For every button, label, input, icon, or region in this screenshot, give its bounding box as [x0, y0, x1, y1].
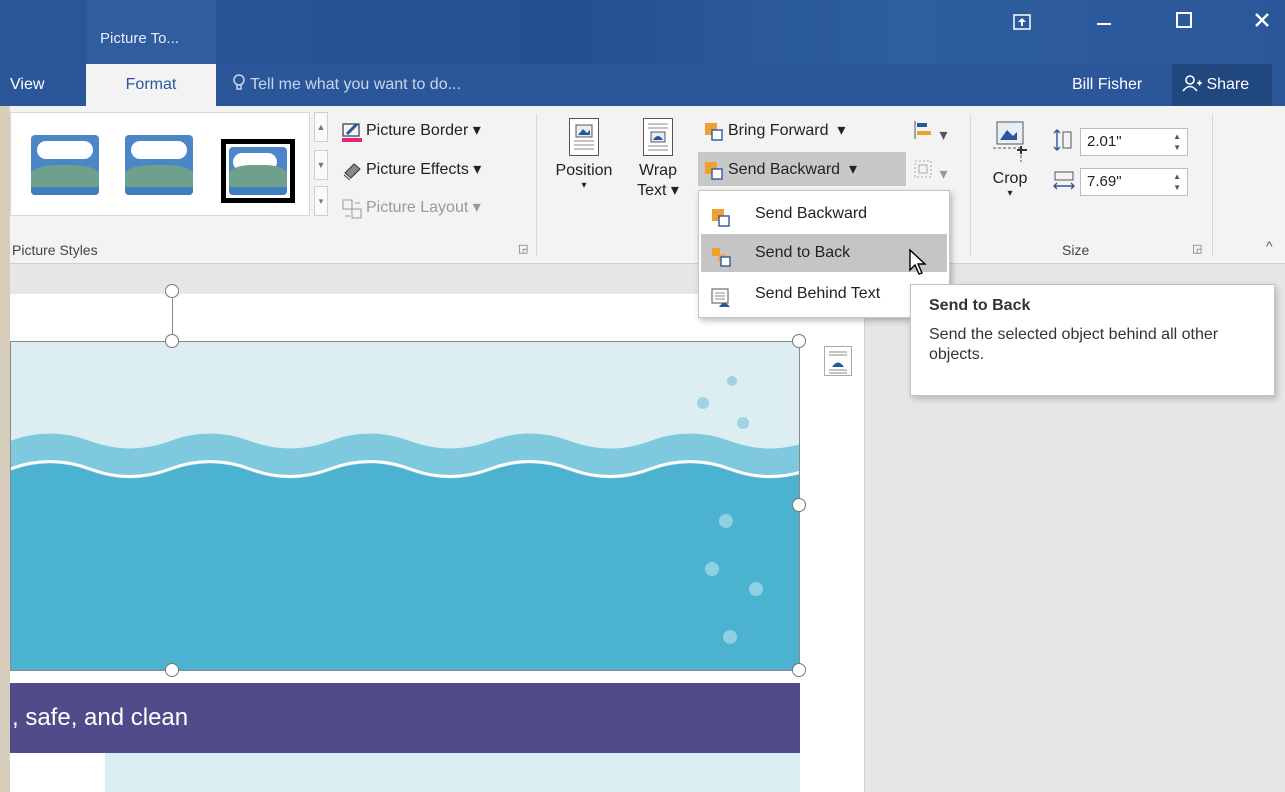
crop-label: Crop [992, 170, 1028, 187]
position-icon [569, 118, 599, 156]
menu-item-send-backward[interactable]: Send Backward [701, 195, 947, 233]
group-divider [536, 114, 537, 256]
bring-forward-label: Bring Forward [728, 122, 829, 139]
share-button[interactable]: Share [1172, 64, 1272, 106]
picture-layout-label: Picture Layout [366, 199, 469, 216]
align-button[interactable]: ▾ [913, 120, 947, 145]
light-blue-shape [105, 753, 800, 792]
resize-handle-top[interactable] [165, 334, 179, 348]
crop-icon [989, 118, 1031, 164]
menu-item-label: Send to Back [755, 244, 851, 261]
dialog-launcher-icon[interactable]: ◲ [518, 242, 528, 255]
width-input[interactable]: 7.69" ▲ ▼ [1080, 168, 1188, 196]
resize-handle-bottom[interactable] [165, 663, 179, 677]
bring-forward-button[interactable]: Bring Forward ▾ [704, 120, 845, 141]
style-thumbnail[interactable] [125, 135, 193, 195]
layout-options-icon [829, 351, 847, 374]
picture-border-icon [342, 122, 362, 142]
ribbon: ▲ ▼ ▾ Picture Border ▾ Picture Effects ▾… [10, 106, 1285, 264]
position-button[interactable]: Position ▾ [546, 118, 622, 191]
tooltip-body: Send the selected object behind all othe… [929, 326, 1219, 363]
bring-forward-icon [704, 122, 723, 141]
context-group-label: Picture To... [100, 30, 179, 47]
picture-styles-gallery[interactable] [10, 112, 310, 216]
wrap-text-icon [643, 118, 673, 156]
gallery-scroll-up[interactable]: ▲ [314, 112, 328, 142]
picture-border-label: Picture Border [366, 122, 469, 139]
tell-me-text: Tell me what you want to do... [250, 76, 461, 93]
height-icon [1052, 128, 1074, 157]
gallery-more[interactable]: ▾ [314, 186, 328, 216]
height-spinner[interactable]: ▲ ▼ [1173, 131, 1181, 153]
size-group-label: Size [1062, 242, 1090, 258]
resize-handle-right[interactable] [792, 498, 806, 512]
group-divider [1212, 114, 1213, 256]
group-objects-button[interactable]: ▾ [913, 159, 947, 184]
send-backward-icon [704, 161, 723, 180]
maximize-icon[interactable] [1164, 12, 1204, 33]
picture-effects-icon [342, 161, 361, 181]
width-icon [1052, 170, 1076, 197]
width-value: 7.69" [1087, 173, 1122, 190]
send-backward-icon [711, 205, 730, 227]
layout-options-button[interactable] [824, 346, 852, 376]
send-to-back-icon [711, 244, 731, 267]
send-backward-button[interactable]: Send Backward ▾ [704, 159, 857, 180]
picture-layout-icon [342, 199, 362, 219]
crop-button[interactable]: Crop ▾ [980, 118, 1040, 199]
wrap-text-button[interactable]: Wrap Text ▾ [630, 118, 686, 200]
selection-border [10, 341, 800, 671]
picture-border-button[interactable]: Picture Border ▾ [342, 120, 481, 142]
style-thumbnail[interactable] [31, 135, 99, 195]
lightbulb-icon [232, 74, 250, 93]
wrap-text-label-line1: Wrap [639, 162, 677, 179]
ribbon-tab-row: View Format Tell me what you want to do.… [0, 64, 1285, 106]
group-objects-icon [914, 160, 932, 178]
ribbon-display-options-icon[interactable] [1002, 14, 1042, 35]
resize-handle-top-right[interactable] [792, 334, 806, 348]
style-thumbnail-selected[interactable] [221, 139, 295, 203]
tooltip-title: Send to Back [929, 297, 1031, 314]
picture-styles-group-label: Picture Styles [12, 242, 98, 258]
person-icon [1182, 75, 1206, 93]
dialog-launcher-icon[interactable]: ◲ [1192, 242, 1202, 255]
collapse-ribbon-icon[interactable]: ^ [1266, 238, 1273, 254]
picture-layout-button[interactable]: Picture Layout ▾ [342, 197, 481, 219]
mouse-cursor-icon [908, 248, 930, 281]
user-name[interactable]: Bill Fisher [1072, 64, 1142, 106]
tab-format[interactable]: Format [86, 64, 216, 106]
send-behind-text-icon [711, 285, 730, 307]
height-value: 2.01" [1087, 133, 1122, 150]
send-backward-label: Send Backward [728, 161, 841, 178]
rotate-handle[interactable] [165, 284, 179, 298]
gallery-scroll-down[interactable]: ▼ [314, 150, 328, 180]
width-spinner[interactable]: ▲ ▼ [1173, 171, 1181, 193]
wrap-text-label-line2: Text [637, 182, 667, 199]
close-icon[interactable] [1242, 12, 1282, 33]
menu-item-label: Send Behind Text [755, 285, 881, 302]
align-icon [914, 121, 931, 139]
picture-effects-button[interactable]: Picture Effects ▾ [342, 159, 481, 181]
tell-me-search[interactable]: Tell me what you want to do... [232, 64, 461, 106]
tooltip: Send to Back Send the selected object be… [910, 284, 1275, 396]
banner-text: , safe, and clean [10, 683, 800, 753]
tab-view[interactable]: View [0, 64, 56, 106]
share-label: Share [1206, 76, 1250, 93]
group-divider [970, 114, 971, 256]
menu-item-label: Send Backward [755, 205, 868, 222]
minimize-icon[interactable] [1084, 10, 1124, 31]
position-label: Position [555, 162, 613, 179]
picture-effects-label: Picture Effects [366, 161, 469, 178]
resize-handle-bottom-right[interactable] [792, 663, 806, 677]
height-input[interactable]: 2.01" ▲ ▼ [1080, 128, 1188, 156]
